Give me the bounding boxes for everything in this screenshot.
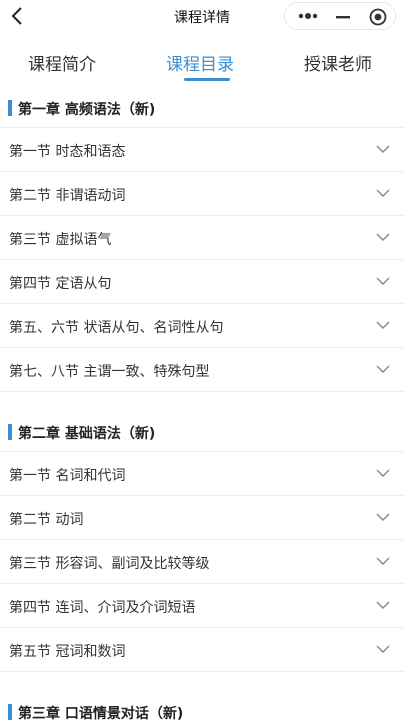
chapter-header: 第一章 高频语法（新) [0, 86, 404, 128]
active-tab-indicator [184, 78, 230, 81]
section-title: 第四节 连词、介词及介词短语 [9, 600, 196, 616]
section-title: 第一节 时态和语态 [9, 144, 126, 160]
chapter-accent-bar [8, 424, 12, 440]
target-close-icon[interactable] [369, 8, 387, 26]
tab-course-intro[interactable]: 课程简介 [28, 50, 96, 75]
chapter-gap [0, 672, 404, 690]
more-dots-icon[interactable] [298, 12, 318, 20]
section-row[interactable]: 第一节 时态和语态 [0, 128, 404, 172]
section-title: 第三节 形容词、副词及比较等级 [9, 556, 210, 572]
chevron-down-icon[interactable] [376, 512, 390, 522]
section-row[interactable]: 第二节 动词 [0, 496, 404, 540]
chapter-header: 第三章 口语情景对话（新) [0, 690, 404, 720]
section-row[interactable]: 第四节 定语从句 [0, 260, 404, 304]
chevron-down-icon[interactable] [376, 556, 390, 566]
tab-course-catalog[interactable]: 课程目录 [166, 50, 234, 75]
chapter-accent-bar [8, 100, 12, 116]
section-title: 第五节 冠词和数词 [9, 644, 126, 660]
chapter-title: 第三章 口语情景对话（新) [18, 706, 184, 720]
section-title: 第五、六节 状语从句、名词性从句 [9, 320, 224, 336]
chevron-down-icon[interactable] [376, 276, 390, 286]
section-title: 第七、八节 主谓一致、特殊句型 [9, 364, 210, 380]
chevron-down-icon[interactable] [376, 600, 390, 610]
minimize-icon[interactable] [335, 9, 351, 25]
section-row[interactable]: 第三节 形容词、副词及比较等级 [0, 540, 404, 584]
section-title: 第一节 名词和代词 [9, 468, 126, 484]
section-title: 第二节 非谓语动词 [9, 188, 126, 204]
section-title: 第三节 虚拟语气 [9, 232, 112, 248]
chevron-down-icon[interactable] [376, 144, 390, 154]
section-title: 第二节 动词 [9, 512, 84, 528]
chevron-down-icon[interactable] [376, 232, 390, 242]
section-row[interactable]: 第七、八节 主谓一致、特殊句型 [0, 348, 404, 392]
section-row[interactable]: 第五、六节 状语从句、名词性从句 [0, 304, 404, 348]
navigation-bar: 课程详情 [0, 0, 404, 32]
chapter-title: 第二章 基础语法（新) [18, 426, 156, 442]
chevron-down-icon[interactable] [376, 320, 390, 330]
chevron-down-icon[interactable] [376, 468, 390, 478]
section-row[interactable]: 第一节 名词和代词 [0, 452, 404, 496]
course-tabs: 课程简介 课程目录 授课老师 [0, 40, 404, 84]
section-row[interactable]: 第五节 冠词和数词 [0, 628, 404, 672]
chevron-down-icon[interactable] [376, 644, 390, 654]
tab-course-teacher[interactable]: 授课老师 [304, 50, 372, 75]
chevron-down-icon[interactable] [376, 188, 390, 198]
course-catalog-list: 第一章 高频语法（新) 第一节 时态和语态 第二节 非谓语动词 第三节 虚拟语气 第四节… [0, 86, 404, 720]
chapter-title: 第一章 高频语法（新) [18, 102, 156, 118]
chapter-gap [0, 392, 404, 410]
chapter-accent-bar [8, 704, 12, 720]
section-row[interactable]: 第四节 连词、介词及介词短语 [0, 584, 404, 628]
course-detail-page: 课程详情 课程简介 课程目录 授课老师 第一章 高频语法（新) 第一节 时态和语态… [0, 0, 404, 720]
chapter-header: 第二章 基础语法（新) [0, 410, 404, 452]
section-title: 第四节 定语从句 [9, 276, 112, 292]
section-row[interactable]: 第二节 非谓语动词 [0, 172, 404, 216]
mini-program-capsule [284, 2, 396, 30]
chevron-down-icon[interactable] [376, 364, 390, 374]
section-row[interactable]: 第三节 虚拟语气 [0, 216, 404, 260]
